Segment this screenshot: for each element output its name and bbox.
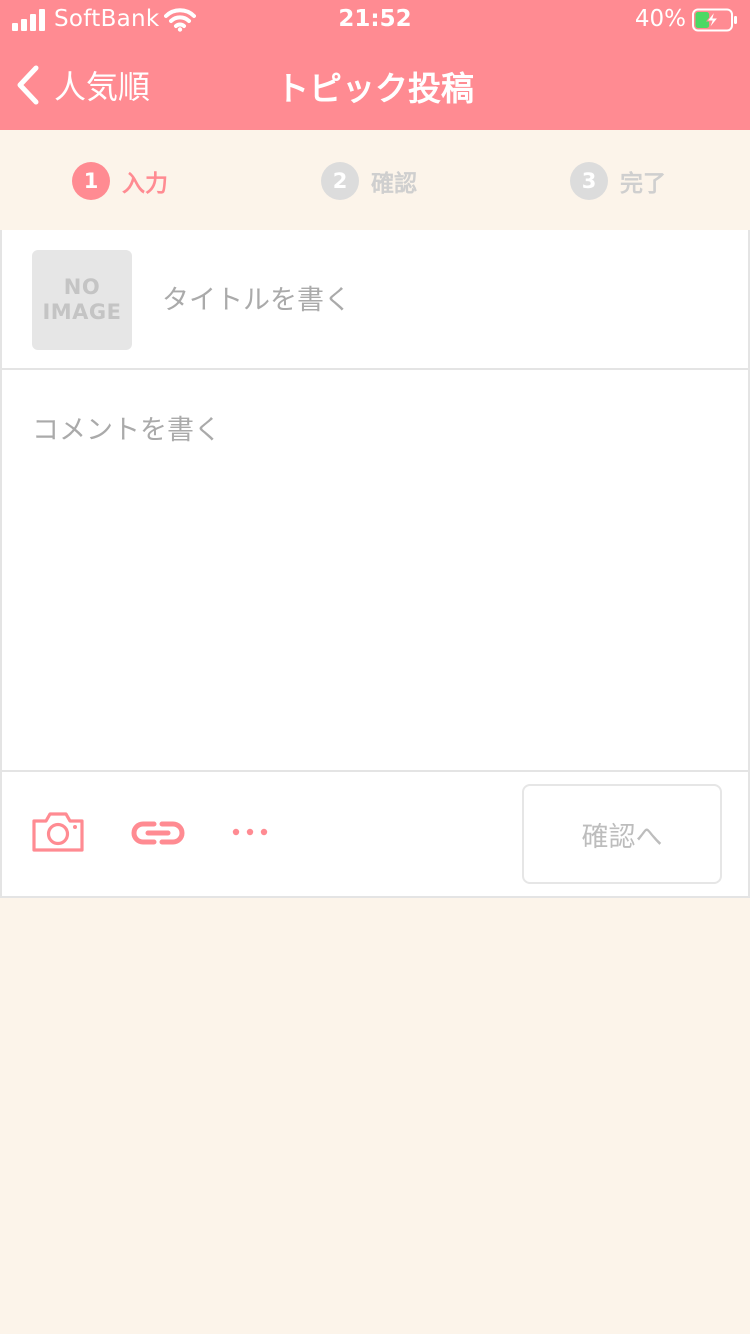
page-title: トピック投稿 bbox=[276, 69, 474, 108]
more-icon[interactable] bbox=[230, 824, 270, 840]
camera-icon[interactable] bbox=[30, 810, 86, 854]
status-bar: SoftBank 21:52 40% bbox=[0, 0, 750, 40]
title-input[interactable] bbox=[162, 270, 722, 330]
post-form: NO IMAGE 確認へ bbox=[0, 230, 750, 898]
step-number: 1 bbox=[72, 162, 110, 200]
image-thumbnail-placeholder[interactable]: NO IMAGE bbox=[32, 250, 132, 350]
app-header: SoftBank 21:52 40% 人気順 トピック投稿 bbox=[0, 0, 750, 130]
step-label: 確認 bbox=[371, 171, 417, 197]
step-input: 1 入力 bbox=[72, 162, 168, 200]
step-number: 2 bbox=[321, 162, 359, 200]
no-image-text-line1: NO bbox=[63, 275, 101, 299]
link-icon[interactable] bbox=[130, 818, 186, 848]
step-complete: 3 完了 bbox=[570, 162, 666, 200]
battery-percent: 40% bbox=[634, 6, 686, 32]
confirm-button[interactable]: 確認へ bbox=[522, 784, 722, 884]
compose-toolbar: 確認へ bbox=[2, 770, 748, 896]
no-image-text-line2: IMAGE bbox=[42, 300, 122, 324]
page-background bbox=[0, 898, 750, 1334]
step-number: 3 bbox=[570, 162, 608, 200]
comment-textarea[interactable] bbox=[32, 408, 722, 748]
navigation-bar: 人気順 トピック投稿 bbox=[0, 40, 750, 130]
step-label: 入力 bbox=[122, 171, 168, 197]
step-confirm: 2 確認 bbox=[321, 162, 417, 200]
progress-steps: 1 入力 2 確認 3 完了 bbox=[0, 130, 750, 230]
title-row: NO IMAGE bbox=[2, 230, 748, 370]
step-label: 完了 bbox=[620, 171, 666, 197]
battery-charging-icon bbox=[692, 8, 737, 32]
